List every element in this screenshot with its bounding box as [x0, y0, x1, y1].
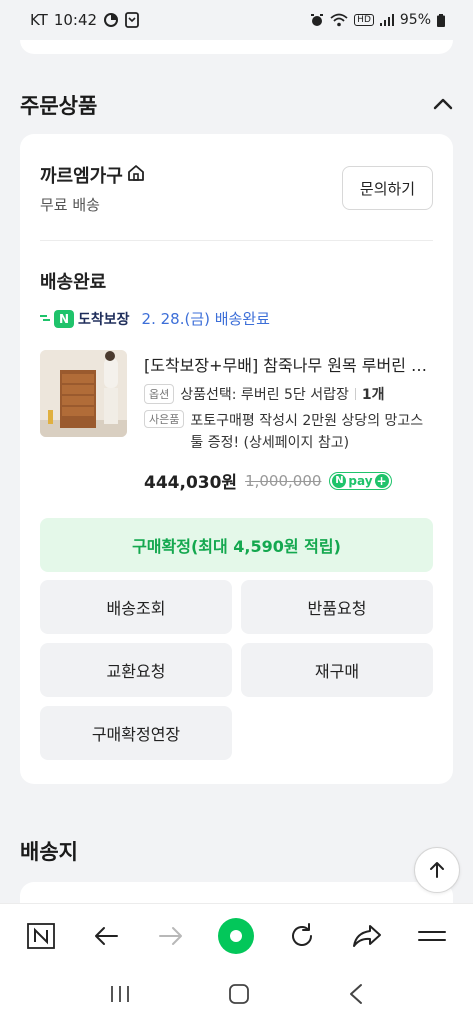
separator — [354, 388, 356, 400]
naver-home-icon — [26, 922, 55, 949]
share-icon — [353, 924, 382, 947]
npay-plus-badge: N pay + — [329, 471, 392, 490]
battery-level: 95% — [399, 12, 431, 28]
arrival-date: 2. 28.(금) 배송완료 — [141, 310, 270, 328]
previous-card-bottom — [20, 40, 453, 54]
home-square-icon — [229, 983, 250, 1004]
inquiry-button[interactable]: 문의하기 — [342, 166, 433, 210]
hamburger-icon — [418, 930, 447, 941]
status-bar: KT 10:42 HD 95% — [0, 0, 473, 40]
refresh-icon — [291, 922, 312, 946]
chevron-up-icon[interactable] — [431, 92, 455, 116]
seller[interactable]: 까르엠가구 — [40, 162, 145, 188]
guarantee-label: 도착보장 — [78, 311, 130, 328]
forward-button[interactable] — [147, 912, 195, 960]
shipping-note: 무료 배송 — [40, 196, 100, 214]
option-tag: 옵션 — [144, 384, 175, 404]
price-row: 444,030원 1,000,000 N pay + — [144, 468, 392, 493]
order-card: 까르엠가구 무료 배송 문의하기 배송완료 N 도착보장 2. 28.(금) 배… — [20, 134, 453, 784]
extend-confirm-button[interactable]: 구매확정연장 — [40, 706, 232, 760]
quantity: 1개 — [361, 387, 385, 403]
home-button[interactable] — [17, 912, 65, 960]
option-text: 상품선택: 루버린 5단 서랍장 — [180, 387, 349, 403]
guarantee-badge: N 도착보장 — [40, 309, 130, 329]
menu-button[interactable] — [408, 912, 456, 960]
speed-lines-icon — [40, 314, 50, 321]
carrier-label: KT — [30, 11, 48, 29]
arrow-up-icon — [430, 862, 444, 878]
track-delivery-button[interactable]: 배송조회 — [40, 580, 232, 634]
gift-tag: 사은품 — [144, 410, 185, 428]
gift-text: 포토구매평 작성시 2만원 상당의 망고스툴 증정! (상세페이지 참고) — [190, 413, 424, 452]
delivery-status: 배송완료 — [40, 272, 107, 293]
rebuy-button[interactable]: 재구매 — [241, 643, 433, 697]
scroll-to-top-button[interactable] — [414, 847, 460, 893]
browser-toolbar — [0, 903, 473, 967]
product-title[interactable]: [도착보장+무배] 참죽나무 원목 루버린 5단 서랍장 — [144, 352, 434, 376]
return-request-button[interactable]: 반품요청 — [241, 580, 433, 634]
naver-n-icon: N — [54, 309, 74, 328]
purchase-confirm-button[interactable]: 구매확정(최대 4,590원 적립) — [40, 518, 433, 572]
signal-icon — [379, 14, 394, 26]
arrow-right-icon — [159, 926, 183, 945]
divider — [40, 240, 433, 241]
original-price: 1,000,000 — [245, 471, 322, 490]
option-row: 옵션 상품선택: 루버린 5단 서랍장 1개 — [144, 384, 385, 404]
refresh-button[interactable] — [278, 912, 326, 960]
home-icon — [127, 164, 145, 187]
system-home-button[interactable] — [228, 983, 250, 1009]
clock: 10:42 — [53, 11, 98, 29]
system-back-button[interactable] — [348, 983, 364, 1009]
green-dot-button[interactable] — [212, 912, 260, 960]
green-dot-icon — [218, 917, 255, 954]
hd-badge: HD — [354, 14, 374, 26]
section-title-order: 주문상품 — [20, 94, 98, 118]
product-thumbnail[interactable] — [40, 350, 127, 437]
chevron-left-icon — [350, 983, 363, 1004]
notification-icon — [125, 12, 139, 28]
exchange-request-button[interactable]: 교환요청 — [40, 643, 232, 697]
section-title-address: 배송지 — [20, 840, 78, 864]
npay-label: pay — [348, 473, 373, 488]
alarm-icon — [310, 13, 324, 27]
back-button[interactable] — [82, 912, 130, 960]
gift-row: 사은품 포토구매평 작성시 2만원 상당의 망고스툴 증정! (상세페이지 참고… — [144, 410, 434, 455]
wifi-icon — [330, 13, 348, 27]
seller-name: 까르엠가구 — [40, 166, 123, 187]
battery-icon — [437, 13, 445, 27]
system-nav-bar — [0, 967, 473, 1024]
arrival-row: N 도착보장 2. 28.(금) 배송완료 — [40, 308, 270, 329]
plus-icon: + — [374, 473, 389, 488]
naver-n-icon: N — [332, 473, 347, 488]
do-not-disturb-icon — [103, 12, 119, 28]
price: 444,030원 — [144, 473, 238, 493]
recent-apps-icon — [110, 985, 129, 1002]
share-button[interactable] — [343, 912, 391, 960]
recent-apps-button[interactable] — [109, 984, 131, 1008]
arrow-left-icon — [94, 926, 118, 945]
